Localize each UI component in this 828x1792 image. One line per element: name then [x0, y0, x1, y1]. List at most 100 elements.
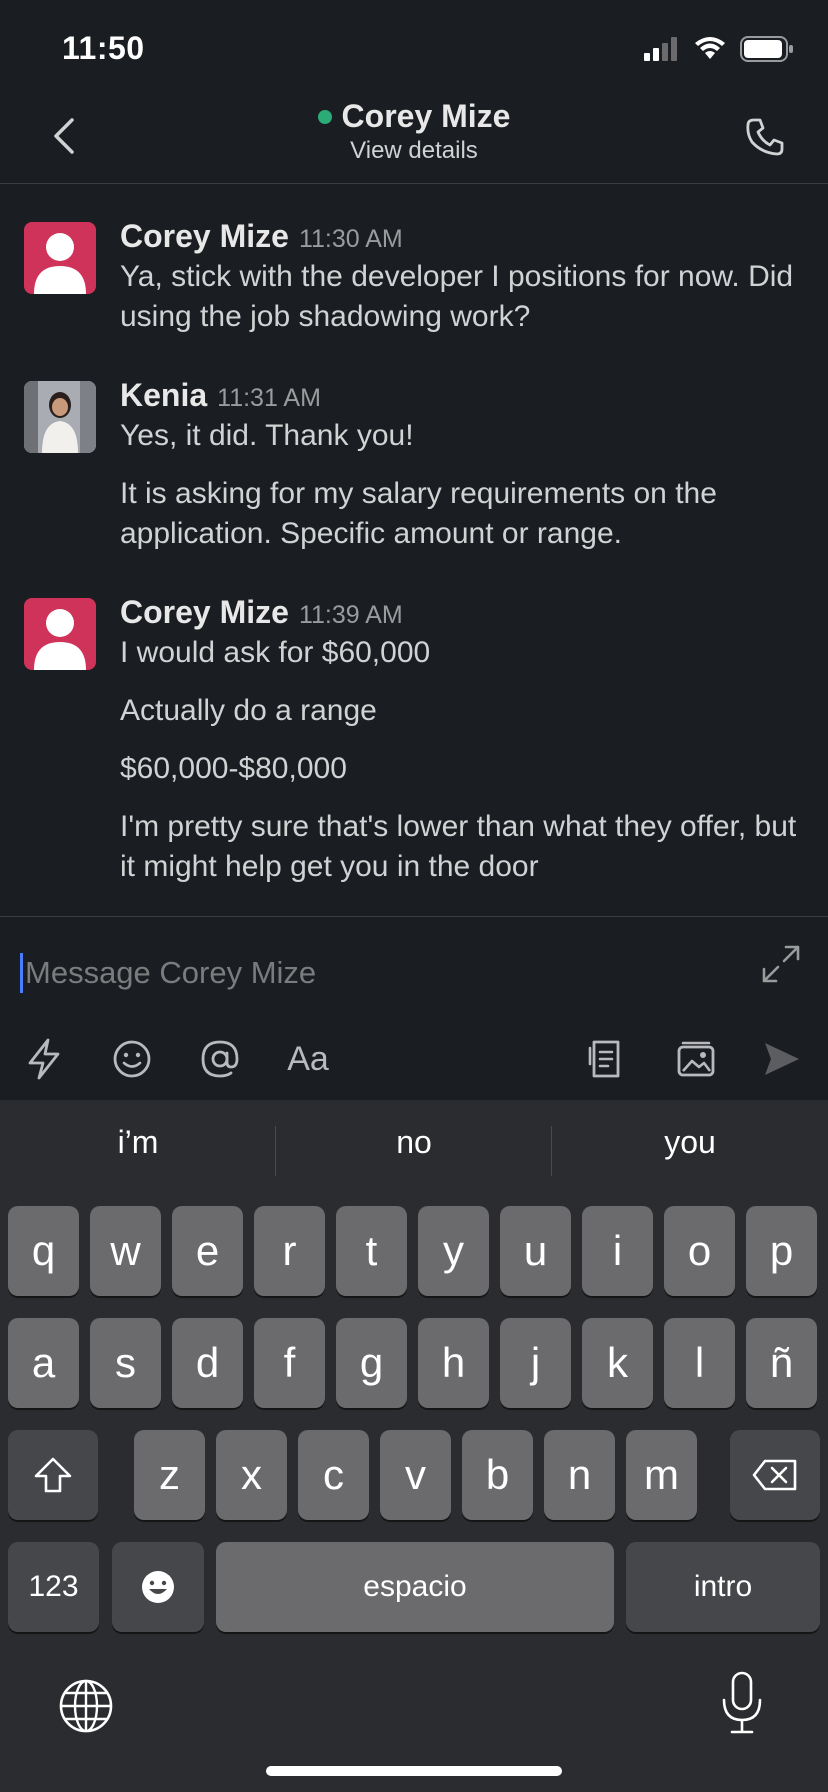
attach-photo-button[interactable] [672, 1035, 720, 1083]
smiley-icon [113, 1040, 151, 1078]
message-text[interactable]: It is asking for my salary requirements … [120, 474, 800, 554]
avatar[interactable] [24, 598, 96, 670]
default-user-avatar-icon [34, 233, 86, 294]
conversation-title: Corey Mize [341, 98, 511, 134]
send-button[interactable] [758, 1035, 806, 1083]
suggestion-item[interactable]: you [552, 1124, 828, 1161]
profile-photo-icon [24, 381, 96, 453]
mention-button[interactable] [196, 1035, 244, 1083]
key-g[interactable]: g [336, 1318, 407, 1408]
key-j[interactable]: j [500, 1318, 571, 1408]
key-n-tilde[interactable]: ñ [746, 1318, 817, 1408]
avatar[interactable] [24, 381, 96, 453]
key-n[interactable]: n [544, 1430, 615, 1520]
emoji-face-icon [142, 1571, 174, 1603]
format-text-button[interactable]: Aa [284, 1035, 332, 1083]
message-text[interactable]: Yes, it did. Thank you! [120, 416, 800, 456]
view-details-link[interactable]: View details [0, 137, 828, 165]
return-key[interactable]: intro [626, 1542, 820, 1632]
message-header: Corey Mize 11:39 AM [120, 576, 800, 631]
message-text[interactable]: I would ask for $60,000 [120, 633, 800, 673]
photo-icon [677, 1041, 715, 1077]
keyboard: i’m no you q w e r t y u i o p a s d f g… [0, 1100, 828, 1792]
key-d[interactable]: d [172, 1318, 243, 1408]
composer-toolbar: Aa [0, 1035, 828, 1087]
language-switch-button[interactable] [58, 1678, 114, 1734]
message-header: Kenia 11:31 AM [120, 359, 800, 414]
key-y[interactable]: y [418, 1206, 489, 1296]
battery-icon [740, 36, 794, 67]
suggestion-item[interactable]: i’m [0, 1124, 276, 1161]
expand-composer-button[interactable] [760, 943, 802, 985]
message-author[interactable]: Corey Mize [120, 594, 289, 631]
suggestion-bar: i’m no you [0, 1100, 828, 1196]
phone-icon [746, 118, 784, 156]
message-input-placeholder: Message Corey Mize [25, 955, 317, 990]
key-u[interactable]: u [500, 1206, 571, 1296]
numbers-key[interactable]: 123 [8, 1542, 99, 1632]
message-author[interactable]: Kenia [120, 377, 207, 414]
document-icon [588, 1040, 620, 1078]
key-i[interactable]: i [582, 1206, 653, 1296]
backspace-icon [752, 1459, 797, 1491]
message-composer: Message Corey Mize Aa [0, 916, 828, 1100]
message-timestamp: 11:30 AM [298, 225, 403, 253]
key-w[interactable]: w [90, 1206, 161, 1296]
backspace-key[interactable] [730, 1430, 820, 1520]
emoji-key[interactable] [112, 1542, 204, 1632]
cellular-signal-icon [644, 37, 680, 66]
shift-key[interactable] [8, 1430, 98, 1520]
key-s[interactable]: s [90, 1318, 161, 1408]
key-t[interactable]: t [336, 1206, 407, 1296]
message-group: Corey Mize 11:39 AM I would ask for $60,… [0, 576, 828, 887]
message-text[interactable]: $60,000-$80,000 [120, 749, 800, 789]
status-bar: 11:50 [0, 0, 828, 90]
key-k[interactable]: k [582, 1318, 653, 1408]
key-x[interactable]: x [216, 1430, 287, 1520]
message-list[interactable]: Corey Mize 11:30 AM Ya, stick with the d… [0, 200, 828, 916]
key-r[interactable]: r [254, 1206, 325, 1296]
space-key[interactable]: espacio [216, 1542, 614, 1632]
key-v[interactable]: v [380, 1430, 451, 1520]
attach-file-button[interactable] [582, 1035, 630, 1083]
key-c[interactable]: c [298, 1430, 369, 1520]
shortcuts-button[interactable] [20, 1035, 68, 1083]
default-user-avatar-icon [34, 609, 86, 670]
key-e[interactable]: e [172, 1206, 243, 1296]
lightning-icon [28, 1038, 60, 1080]
text-caret [20, 953, 23, 993]
header-name-row: Corey Mize [317, 98, 511, 135]
key-h[interactable]: h [418, 1318, 489, 1408]
at-sign-icon [201, 1040, 239, 1078]
key-a[interactable]: a [8, 1318, 79, 1408]
message-timestamp: 11:31 AM [217, 384, 321, 412]
message-group: Kenia 11:31 AM Yes, it did. Thank you! I… [0, 359, 828, 554]
message-input[interactable]: Message Corey Mize [20, 949, 720, 997]
conversation-title-block[interactable]: Corey Mize View details [0, 98, 828, 165]
avatar[interactable] [24, 222, 96, 294]
status-time: 11:50 [62, 30, 145, 66]
key-o[interactable]: o [664, 1206, 735, 1296]
key-b[interactable]: b [462, 1430, 533, 1520]
call-button[interactable] [742, 114, 788, 160]
message-text[interactable]: I'm pretty sure that's lower than what t… [120, 807, 800, 887]
dictation-button[interactable] [718, 1670, 766, 1736]
key-z[interactable]: z [134, 1430, 205, 1520]
key-p[interactable]: p [746, 1206, 817, 1296]
emoji-button[interactable] [108, 1035, 156, 1083]
presence-dot [317, 109, 332, 124]
key-q[interactable]: q [8, 1206, 79, 1296]
message-text[interactable]: Ya, stick with the developer I positions… [120, 257, 800, 337]
microphone-icon [722, 1671, 762, 1734]
message-text[interactable]: Actually do a range [120, 691, 800, 731]
status-icons [644, 36, 794, 67]
message-group: Corey Mize 11:30 AM Ya, stick with the d… [0, 200, 828, 337]
key-l[interactable]: l [664, 1318, 735, 1408]
home-indicator[interactable] [266, 1766, 562, 1776]
globe-icon [59, 1679, 113, 1733]
message-author[interactable]: Corey Mize [120, 218, 289, 255]
expand-icon [762, 945, 800, 983]
suggestion-item[interactable]: no [276, 1124, 552, 1161]
key-f[interactable]: f [254, 1318, 325, 1408]
key-m[interactable]: m [626, 1430, 697, 1520]
